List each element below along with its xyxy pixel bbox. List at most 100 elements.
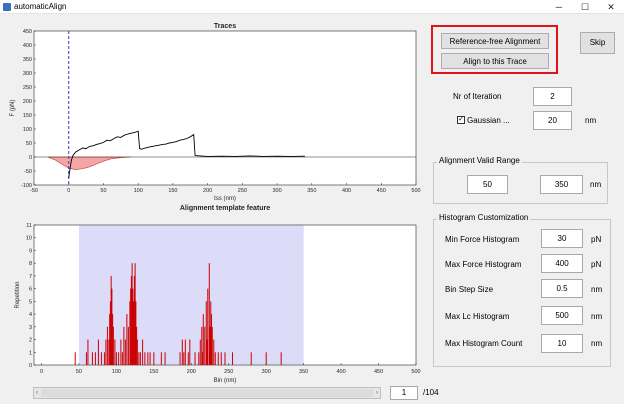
histogram-bar (91, 352, 93, 365)
histogram-x-tick-label: 50 (76, 369, 82, 375)
traces-y-tick-label: 0 (29, 155, 32, 161)
gaussian-unit: nm (585, 116, 597, 125)
histogram-bar (147, 352, 149, 365)
histogram-y-tick-label: 1 (29, 350, 32, 356)
histogram-bar (124, 339, 126, 365)
trace-scrollbar[interactable]: ‹ › (33, 387, 381, 399)
histogram-bar (199, 339, 201, 365)
histogram-bar (224, 352, 226, 365)
histogram-y-tick-label: 0 (29, 363, 32, 369)
min-force-field[interactable]: 30 (541, 229, 583, 248)
histogram-x-tick-label: 450 (374, 369, 383, 375)
trace-index-field[interactable]: 1 (390, 386, 418, 400)
scroll-right-icon[interactable]: › (374, 388, 380, 398)
bin-step-field[interactable]: 0.5 (541, 279, 583, 298)
histogram-y-tick-label: 6 (29, 287, 32, 293)
traces-x-tick-label: 450 (377, 188, 386, 194)
traces-x-tick-label: 350 (307, 188, 316, 194)
valid-range-min-field[interactable]: 50 (467, 175, 508, 194)
histogram-y-tick-label: 11 (26, 223, 32, 229)
iteration-label: Nr of Iteration (453, 92, 502, 101)
histogram-bar (112, 326, 114, 365)
histogram-plot: Alignment template feature Bin (nm) Repe… (15, 205, 421, 384)
skip-button[interactable]: Skip (580, 32, 615, 54)
traces-x-tick-label: 300 (272, 188, 281, 194)
max-force-field[interactable]: 400 (541, 254, 583, 273)
bin-step-label: Bin Step Size (445, 285, 494, 294)
histogram-bar (103, 352, 105, 365)
histogram-y-tick-label: 5 (29, 299, 32, 305)
traces-y-tick-label: 400 (23, 43, 32, 49)
histogram-y-tick-label: 4 (29, 312, 32, 318)
valid-range-max-field[interactable]: 350 (540, 175, 583, 194)
histogram-bar (231, 352, 233, 365)
traces-y-tick-label: -100 (21, 183, 32, 189)
histogram-x-tick-label: 400 (337, 369, 346, 375)
traces-x-tick-label: 150 (168, 188, 177, 194)
histogram-bar (181, 339, 183, 365)
histogram-bar (187, 352, 189, 365)
histogram-x-tick-label: 350 (299, 369, 308, 375)
histogram-x-tick-label: 200 (187, 369, 196, 375)
histogram-bar (280, 352, 282, 365)
histogram-bar (87, 339, 89, 365)
traces-title: Traces (214, 23, 236, 30)
histogram-bar (100, 352, 102, 365)
histogram-bar (211, 326, 213, 365)
histogram-bar (127, 326, 129, 365)
histogram-bar (142, 339, 144, 365)
histogram-bar (105, 339, 107, 365)
histogram-bar (194, 352, 196, 365)
histogram-bar (183, 352, 185, 365)
traces-y-tick-label: 300 (23, 71, 32, 77)
traces-ylabel: F (pN) (10, 100, 16, 117)
max-force-unit: pN (591, 260, 602, 269)
histogram-x-tick-label: 150 (149, 369, 158, 375)
trace-total-count: /104 (423, 388, 439, 397)
histogram-x-tick-label: 100 (112, 369, 121, 375)
histogram-y-tick-label: 9 (29, 248, 32, 254)
traces-x-tick-label: 100 (134, 188, 143, 194)
traces-y-tick-label: 150 (23, 113, 32, 119)
histogram-bar (217, 352, 219, 365)
histogram-bar (250, 352, 252, 365)
gaussian-field[interactable]: 20 (533, 111, 572, 130)
histogram-y-tick-label: 10 (26, 236, 32, 242)
histogram-bar (85, 352, 87, 365)
max-force-label: Max Force Histogram (445, 260, 522, 269)
histogram-bar (139, 352, 141, 365)
histogram-xlabel: Bin (nm) (214, 378, 237, 384)
reference-free-alignment-button[interactable]: Reference-free Alignment (441, 33, 549, 49)
traces-x-tick-label: 50 (100, 188, 106, 194)
histogram-x-tick-label: 0 (40, 369, 43, 375)
histogram-bar (160, 352, 162, 365)
histogram-bar (213, 339, 215, 365)
histogram-bar (94, 352, 96, 365)
scroll-left-icon[interactable]: ‹ (34, 388, 40, 398)
align-to-trace-button[interactable]: Align to this Trace (441, 53, 549, 69)
traces-x-tick-label: 400 (342, 188, 351, 194)
bin-step-unit: nm (591, 285, 603, 294)
iteration-field[interactable]: 2 (533, 87, 572, 106)
gaussian-label: Gaussian ... (467, 116, 510, 125)
valid-range-title: Alignment Valid Range (437, 156, 522, 165)
histogram-bar (126, 314, 128, 365)
traces-x-tick-label: 250 (238, 188, 247, 194)
histogram-bar (123, 326, 125, 365)
max-lc-unit: nm (591, 312, 603, 321)
traces-y-tick-label: -50 (24, 169, 32, 175)
max-count-field[interactable]: 10 (541, 334, 583, 353)
histogram-bar (204, 326, 206, 365)
histogram-bar (144, 352, 146, 365)
histogram-y-tick-label: 8 (29, 261, 32, 267)
histogram-bar (136, 339, 138, 365)
scrollbar-thumb[interactable] (41, 389, 373, 397)
max-count-unit: nm (591, 339, 603, 348)
gaussian-checkbox[interactable]: ✓ (457, 116, 465, 124)
histogram-customization-title: Histogram Customization (437, 213, 531, 222)
traces-x-tick-label: 200 (203, 188, 212, 194)
max-lc-label: Max Lc Histogram (445, 312, 510, 321)
histogram-bar (220, 352, 222, 365)
histogram-bar (120, 339, 122, 365)
max-lc-field[interactable]: 500 (541, 306, 583, 325)
